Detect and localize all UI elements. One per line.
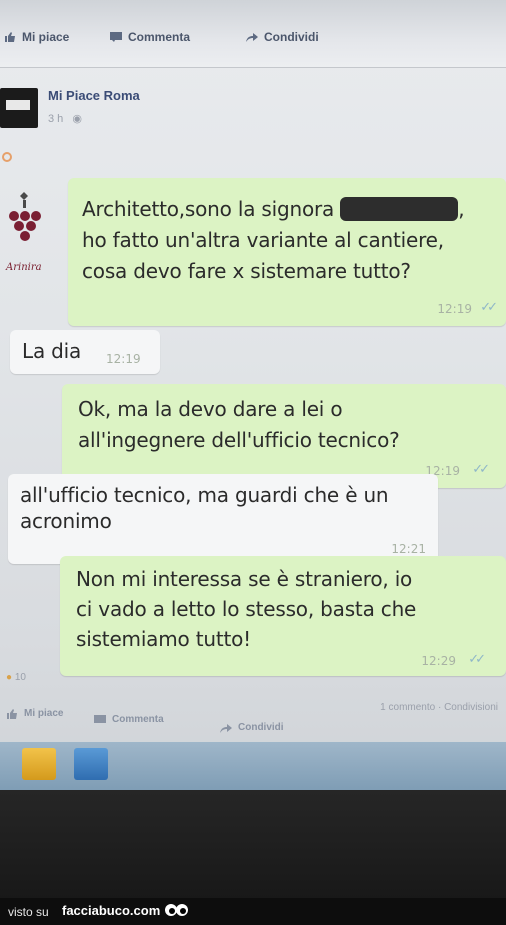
- reactions-count: 10: [14, 672, 26, 683]
- read-ticks-icon: ✓✓: [472, 462, 490, 477]
- post-time: 3 h: [48, 113, 64, 125]
- comment-button[interactable]: Commenta: [110, 30, 190, 44]
- page-avatar[interactable]: [0, 88, 38, 128]
- comment-label: Commenta: [112, 714, 164, 725]
- taskbar: [0, 742, 506, 790]
- message-line: Architetto,sono la signora ,: [82, 197, 465, 221]
- folder-taskbar-icon[interactable]: [22, 748, 56, 780]
- phone-photo-of-screen: Mi piace Commenta Condividi Mi Piace Rom…: [0, 0, 506, 800]
- message-time: 12:19: [106, 352, 141, 366]
- logo-label: Arinira: [6, 262, 42, 273]
- post-timestamp[interactable]: 3 h ◉: [48, 112, 82, 125]
- message-bubble-incoming: La dia 12:19: [10, 330, 160, 374]
- grape-bunch-icon: [9, 192, 41, 241]
- read-ticks-icon: ✓✓: [468, 652, 486, 667]
- comment-icon: [94, 714, 106, 723]
- read-ticks-icon: ✓✓: [480, 300, 498, 315]
- comment-icon: [110, 32, 122, 42]
- message-text: Non mi interessa se è straniero, io ci v…: [76, 564, 416, 654]
- message-line: all'ingegnere dell'ufficio tecnico?: [78, 428, 400, 452]
- post-action-bar: Mi piace Commenta Condividi: [0, 0, 506, 68]
- globe-icon: ◉: [72, 113, 82, 125]
- share-arrow-icon: [246, 33, 258, 42]
- thumbs-up-icon: [5, 32, 15, 42]
- message-text: La dia: [22, 339, 82, 363]
- message-line: cosa devo fare x sistemare tutto?: [82, 259, 411, 283]
- page-name-link[interactable]: Mi Piace Roma: [48, 88, 140, 103]
- share-arrow-icon: [220, 723, 232, 733]
- message-time: 12:21: [391, 542, 426, 556]
- message-text: Ok, ma la devo dare a lei o all'ingegner…: [78, 394, 400, 456]
- message-time: 12:29: [421, 654, 456, 668]
- reaction-dot-icon: [2, 152, 12, 162]
- eyes-logo-icon: [165, 904, 188, 916]
- watermark-prefix: visto su: [8, 905, 49, 919]
- message-line: Non mi interessa se è straniero, io: [76, 567, 413, 591]
- app-taskbar-icon[interactable]: [74, 748, 108, 780]
- grape-logo: Arinira: [4, 188, 56, 288]
- message-bubble-outgoing: Non mi interessa se è straniero, io ci v…: [60, 556, 506, 676]
- share-label: Condividi: [264, 30, 319, 44]
- message-line: ho fatto un'altra variante al cantiere,: [82, 228, 444, 252]
- like-label: Mi piace: [22, 30, 70, 44]
- reaction-icon: ●: [6, 672, 13, 683]
- comments-shares-link[interactable]: 1 commento · Condivisioni: [380, 702, 498, 713]
- message-time: 12:19: [437, 302, 472, 316]
- watermark-site: facciabuco.com: [62, 903, 161, 918]
- footer-like-button[interactable]: Mi piace: [6, 708, 63, 719]
- share-button[interactable]: Condividi: [246, 30, 319, 44]
- message-text: all'ufficio tecnico, ma guardi che è un …: [20, 482, 389, 534]
- message-bubble-incoming: all'ufficio tecnico, ma guardi che è un …: [8, 474, 438, 564]
- message-line: all'ufficio tecnico, ma guardi che è un: [20, 483, 389, 507]
- reactions-summary[interactable]: ● 10: [6, 672, 26, 683]
- comment-label: Commenta: [128, 30, 191, 44]
- message-line: acronimo: [20, 509, 112, 533]
- message-bubble-outgoing: Architetto,sono la signora , ho fatto un…: [68, 178, 506, 326]
- message-line: Ok, ma la devo dare a lei o: [78, 397, 343, 421]
- message-line: sistemiamo tutto!: [76, 627, 251, 651]
- message-line: ci vado a letto lo stesso, basta che: [76, 597, 417, 621]
- post-footer: ● 10 1 commento · Condivisioni Mi piace …: [0, 672, 506, 750]
- footer-share-button[interactable]: Condividi: [220, 722, 284, 733]
- watermark-bar: visto su facciabuco.com: [0, 898, 506, 925]
- footer-comment-button[interactable]: Commenta: [94, 714, 164, 725]
- post-header: Mi Piace Roma 3 h ◉: [0, 80, 506, 150]
- like-button[interactable]: Mi piace: [4, 30, 69, 44]
- thumbs-up-icon: [7, 708, 17, 719]
- like-label: Mi piace: [24, 708, 64, 719]
- whatsapp-chat-image: Arinira Architetto,sono la signora , ho …: [0, 170, 506, 690]
- message-text: Architetto,sono la signora , ho fatto un…: [82, 194, 465, 287]
- share-label: Condividi: [238, 722, 284, 733]
- redacted-name: [340, 197, 459, 221]
- message-bubble-outgoing: Ok, ma la devo dare a lei o all'ingegner…: [62, 384, 506, 488]
